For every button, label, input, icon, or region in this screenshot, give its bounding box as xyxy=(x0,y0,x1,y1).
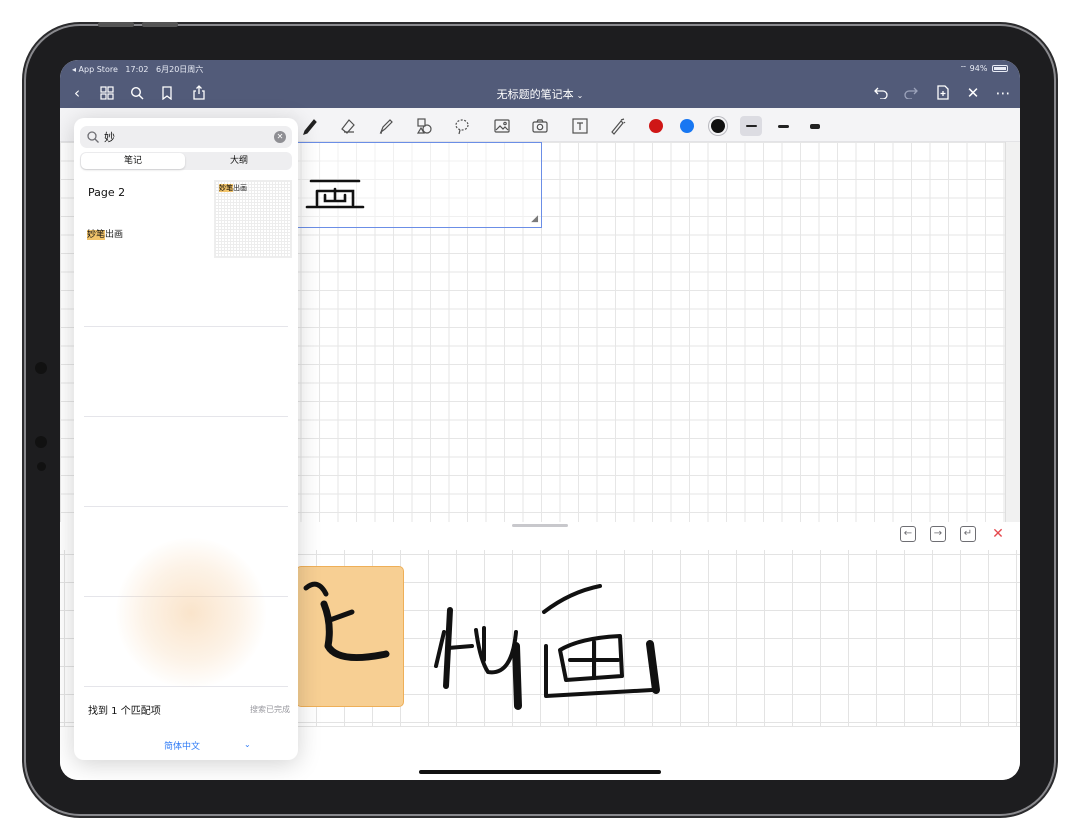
ipad-screen: ◂ App Store 17:02 6月20日周六 ⌔ 94% ‹ 无标题的笔记… xyxy=(60,60,1020,780)
back-to-app-link[interactable]: ◂ App Store xyxy=(72,65,118,74)
search-icon xyxy=(87,131,99,143)
home-indicator[interactable] xyxy=(419,770,661,774)
strip-move-right-icon[interactable]: → xyxy=(930,526,946,542)
thumbnail-highlight: 妙笔 xyxy=(219,184,233,192)
strip-move-left-icon[interactable]: ← xyxy=(900,526,916,542)
redo-icon[interactable] xyxy=(900,78,922,108)
match-count: 找到 1 个匹配项 xyxy=(88,706,161,717)
search-input[interactable] xyxy=(104,129,264,145)
result-snippet: 妙笔出画 xyxy=(87,227,123,240)
text-icon[interactable] xyxy=(570,116,590,136)
strip-drag-handle[interactable] xyxy=(512,524,568,527)
undo-icon[interactable] xyxy=(870,78,892,108)
title-chevron-icon: ⌄ xyxy=(576,91,584,100)
resize-handle-icon[interactable]: ◢ xyxy=(531,214,538,224)
highlighter-icon[interactable] xyxy=(376,116,396,136)
status-time: 17:02 xyxy=(125,65,149,74)
strip-actions: ← → ↵ ✕ xyxy=(900,526,1006,548)
close-icon[interactable]: ✕ xyxy=(962,78,984,108)
stroke-thin-option[interactable] xyxy=(740,116,762,136)
battery-percent: 94% xyxy=(969,64,988,73)
search-scope-control: 笔记 大纲 xyxy=(80,152,292,170)
color-red-swatch[interactable] xyxy=(649,119,663,133)
laser-pointer-icon[interactable] xyxy=(608,116,628,136)
page-handwriting-ink xyxy=(305,179,365,209)
nav-bar: ‹ 无标题的笔记本 ⌄ ✕ ⋯ xyxy=(60,78,1020,108)
more-icon[interactable]: ⋯ xyxy=(992,78,1014,108)
result-snippet-rest: 出画 xyxy=(105,230,124,240)
background-glow xyxy=(116,538,266,688)
color-blue-swatch[interactable] xyxy=(680,119,694,133)
battery-icon xyxy=(992,65,1008,72)
list-divider xyxy=(84,416,288,417)
result-page-title: Page 2 xyxy=(88,186,126,199)
list-divider xyxy=(84,326,288,327)
pen-icon[interactable] xyxy=(300,116,320,136)
list-divider xyxy=(84,506,288,507)
eraser-icon[interactable] xyxy=(338,116,358,136)
shapes-icon[interactable] xyxy=(414,116,434,136)
search-result-item[interactable]: Page 2 妙笔出画 妙笔出画 xyxy=(74,176,298,326)
stroke-thick-option[interactable] xyxy=(804,116,826,136)
result-snippet-highlight: 妙笔 xyxy=(87,230,106,240)
search-popover: ✕ 笔记 大纲 Page 2 妙笔出画 妙笔出画 找到 1 个匹配项 搜索已完成… xyxy=(74,118,298,760)
language-chevron-icon[interactable]: ⌄ xyxy=(244,740,251,749)
color-black-swatch-selected[interactable] xyxy=(711,119,725,133)
status-date: 6月20日周六 xyxy=(156,65,204,74)
thumbnail-text: 妙笔出画 xyxy=(219,183,247,193)
camera-dot xyxy=(35,362,47,374)
tab-outline[interactable]: 大纲 xyxy=(187,153,291,169)
notebook-title-text: 无标题的笔记本 xyxy=(496,88,574,101)
page-right-margin xyxy=(1005,142,1020,522)
stroke-medium-option[interactable] xyxy=(772,116,794,136)
image-icon[interactable] xyxy=(492,116,512,136)
camera-dot xyxy=(37,462,46,471)
search-field[interactable]: ✕ xyxy=(80,126,292,148)
thumbnail-rest: 出画 xyxy=(233,184,247,192)
camera-dot xyxy=(35,436,47,448)
volume-button xyxy=(142,22,178,27)
add-page-icon[interactable] xyxy=(932,78,954,108)
lasso-icon[interactable] xyxy=(452,116,472,136)
status-left: ◂ App Store 17:02 6月20日周六 xyxy=(72,64,203,75)
wifi-icon: ⌔ xyxy=(959,64,968,73)
tab-notes[interactable]: 笔记 xyxy=(81,153,185,169)
clear-search-icon[interactable]: ✕ xyxy=(274,131,286,143)
language-selector[interactable]: 简体中文 xyxy=(164,739,200,752)
volume-button xyxy=(98,22,134,27)
result-thumbnail: 妙笔出画 xyxy=(214,180,292,258)
strip-newline-icon[interactable]: ↵ xyxy=(960,526,976,542)
camera-icon[interactable] xyxy=(530,116,550,136)
strip-close-icon[interactable]: ✕ xyxy=(990,526,1006,542)
handwriting-text-box[interactable]: ◢ xyxy=(296,142,542,228)
search-status: 搜索已完成 xyxy=(250,705,290,714)
status-bar: ◂ App Store 17:02 6月20日周六 ⌔ 94% xyxy=(60,60,1020,78)
status-right: ⌔ 94% xyxy=(960,64,1008,74)
